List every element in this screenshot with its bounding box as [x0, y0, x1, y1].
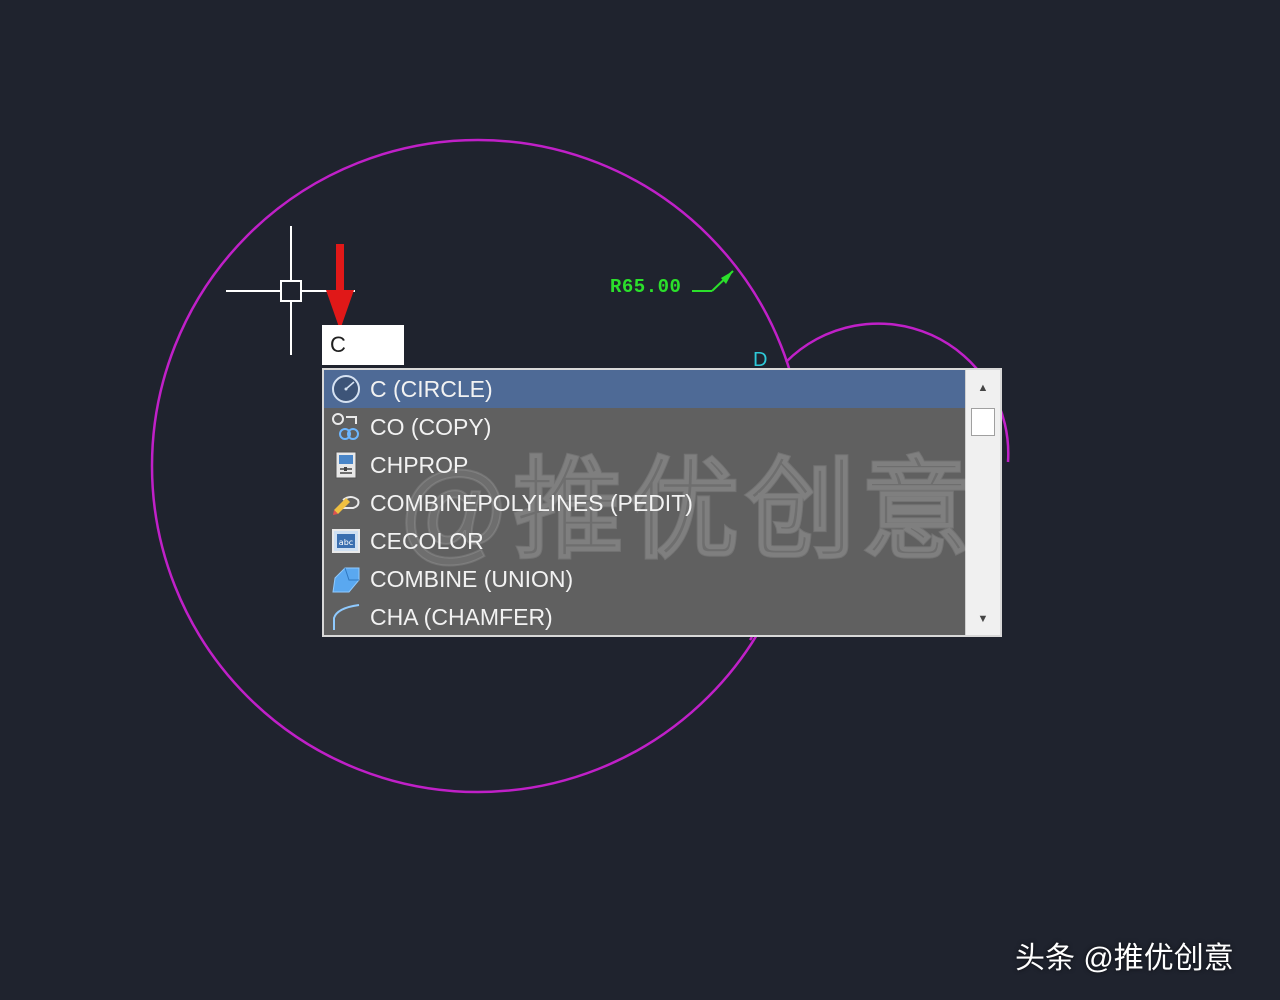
radius-dimension-label: R65.00 [610, 276, 682, 298]
color-icon: abc [330, 525, 362, 557]
circle-icon [330, 373, 362, 405]
autocomplete-items: C (CIRCLE) CO (COPY) CHPROP COMBINEPOLYL… [324, 370, 966, 635]
scroll-up-arrow-icon[interactable]: ▲ [966, 376, 1000, 400]
autocomplete-item-label: CHA (CHAMFER) [370, 603, 553, 630]
copy-icon [330, 411, 362, 443]
svg-text:abc: abc [339, 538, 353, 547]
autocomplete-item-circle[interactable]: C (CIRCLE) [324, 370, 966, 408]
command-input-field[interactable] [322, 325, 404, 365]
autocomplete-item-label: COMBINEPOLYLINES (PEDIT) [370, 489, 693, 516]
autocomplete-scrollbar[interactable]: ▲ ▼ [965, 370, 1000, 635]
autocomplete-item-combinepolylines[interactable]: COMBINEPOLYLINES (PEDIT) [324, 484, 966, 522]
scroll-down-arrow-icon[interactable]: ▼ [966, 607, 1000, 631]
autocomplete-item-label: CHPROP [370, 451, 469, 478]
union-icon [330, 563, 362, 595]
autocomplete-item-cecolor[interactable]: abc CECOLOR [324, 522, 966, 560]
autocomplete-item-chamfer[interactable]: CHA (CHAMFER) [324, 598, 966, 635]
autocomplete-item-label: C (CIRCLE) [370, 375, 493, 402]
command-autocomplete-list: C (CIRCLE) CO (COPY) CHPROP COMBINEPOLYL… [322, 368, 1002, 637]
autocomplete-item-copy[interactable]: CO (COPY) [324, 408, 966, 446]
autocomplete-item-combine[interactable]: COMBINE (UNION) [324, 560, 966, 598]
red-arrow-pointer [326, 244, 354, 330]
autocomplete-item-label: CECOLOR [370, 527, 484, 554]
pedit-icon [330, 487, 362, 519]
watermark-corner-text: 头条 @推优创意 [1015, 942, 1234, 975]
scrollbar-thumb[interactable] [971, 408, 995, 436]
autocomplete-item-label: CO (COPY) [370, 413, 492, 440]
chamfer-icon [330, 601, 362, 633]
autocomplete-item-label: COMBINE (UNION) [370, 565, 574, 592]
small-circle-arc-lower [748, 636, 754, 641]
dimension-leader [692, 270, 734, 292]
properties-icon [330, 449, 362, 481]
autocomplete-item-chprop[interactable]: CHPROP [324, 446, 966, 484]
